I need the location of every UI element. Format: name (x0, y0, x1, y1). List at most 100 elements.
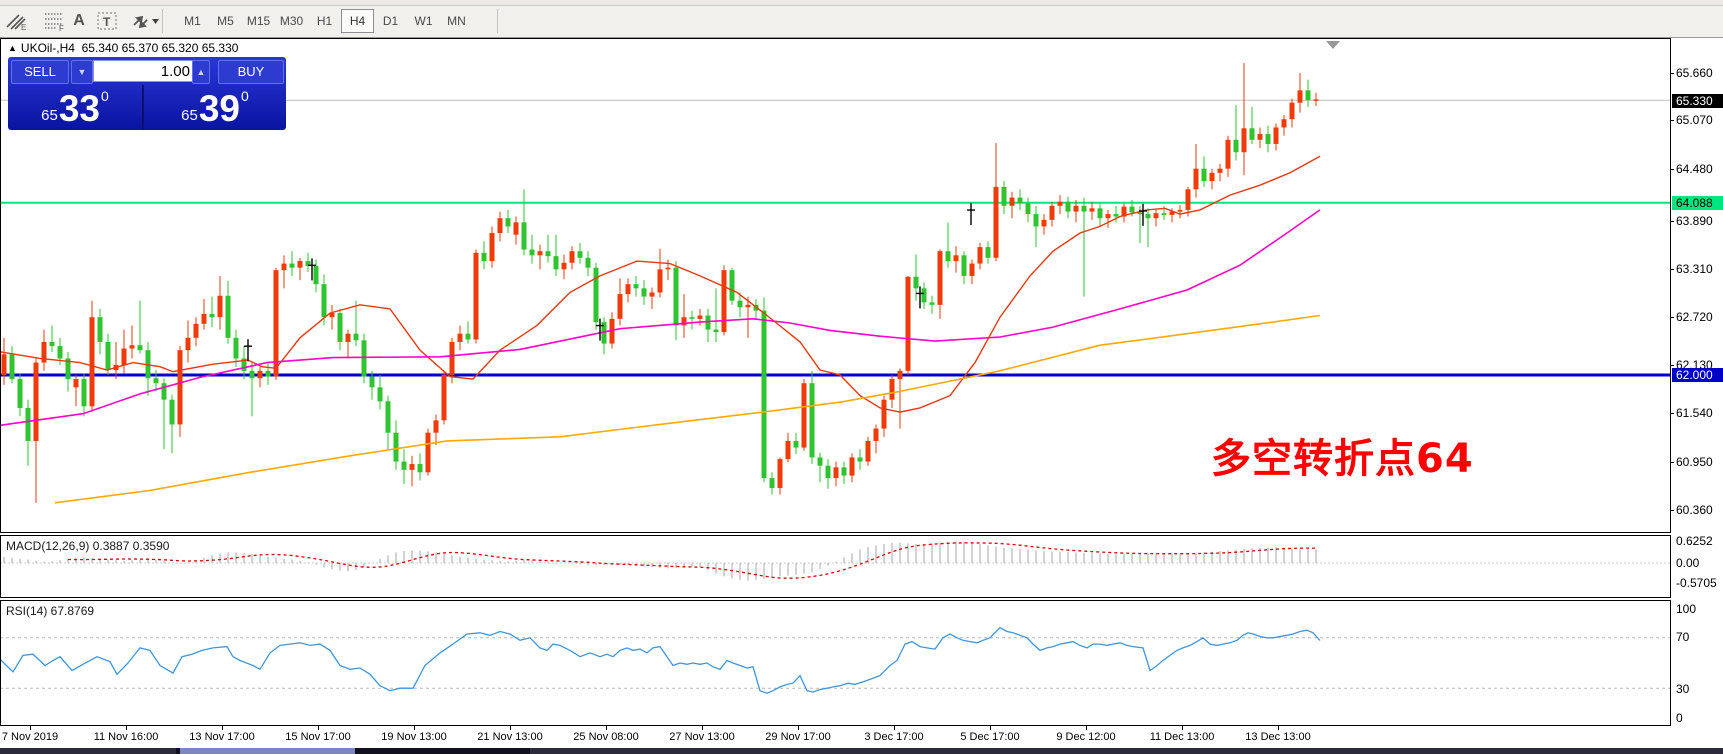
text-label-icon[interactable]: T (92, 8, 122, 34)
time-axis-label: 5 Dec 17:00 (960, 731, 1019, 743)
current-price-badge: 65.330 (1672, 94, 1723, 108)
sell-price-point: 0 (101, 88, 109, 104)
time-axis-tick (1182, 726, 1183, 730)
timeframe-h4-button[interactable]: H4 (341, 9, 374, 33)
price-axis-label: 63.890 (1676, 215, 1713, 228)
rsi-axis-label: 30 (1676, 683, 1689, 696)
price-axis-label: 63.310 (1676, 263, 1713, 276)
cross-marker (967, 203, 975, 225)
price-axis-tick (1670, 365, 1674, 366)
time-axis-tick (222, 726, 223, 730)
time-axis-label: 21 Nov 13:00 (477, 731, 542, 743)
price-axis-tick (1670, 221, 1674, 222)
timeframe-buttons: M1M5M15M30H1H4D1W1MN (176, 8, 473, 34)
price-axis-label: 62.720 (1676, 311, 1713, 324)
time-axis-tick (126, 726, 127, 730)
timeframe-w1-button[interactable]: W1 (407, 9, 440, 33)
time-axis-label: 19 Nov 13:00 (381, 731, 446, 743)
macd-axis-label: 0.6252 (1676, 535, 1713, 548)
time-axis-label: 7 Nov 2019 (2, 731, 58, 743)
time-axis-tick (30, 726, 31, 730)
volume-input[interactable] (93, 60, 195, 82)
time-axis-tick (414, 726, 415, 730)
timeframe-d1-button[interactable]: D1 (374, 9, 407, 33)
timeframe-m30-button[interactable]: M30 (275, 9, 308, 33)
time-axis-tick (702, 726, 703, 730)
svg-text:E: E (21, 23, 26, 31)
macd-axis-label: 0.00 (1676, 557, 1699, 570)
time-axis-label: 15 Nov 17:00 (285, 731, 350, 743)
medium-ma-line (0, 210, 1320, 425)
slow-ma-line (55, 316, 1320, 503)
price-axis-tick (1670, 120, 1674, 121)
timeframe-h1-button[interactable]: H1 (308, 9, 341, 33)
tab-strip-filler (530, 748, 1723, 754)
time-axis-tick (1278, 726, 1279, 730)
price-axis-label: 60.950 (1676, 456, 1713, 469)
price-axis-tick (1670, 317, 1674, 318)
toolbar-separator (497, 9, 498, 33)
volume-increase-button[interactable]: ▲ (192, 60, 210, 84)
time-axis-tick (894, 726, 895, 730)
ohlc-quotes: 65.340 65.370 65.320 65.330 (82, 41, 239, 55)
price-axis-tick (1670, 269, 1674, 270)
symbol-period-label: UKOil-,H4 (21, 41, 75, 55)
sell-button[interactable]: SELL (11, 60, 69, 84)
price-axis-tick (1670, 510, 1674, 511)
price-axis-tick (1670, 462, 1674, 463)
macd-label: MACD(12,26,9) 0.3887 0.3590 (6, 539, 169, 553)
chinese-annotation-text: 多空转折点64 (1211, 426, 1474, 484)
green-level-badge: 64.088 (1672, 196, 1723, 210)
symbol-marker-icon: ▲ (8, 43, 17, 53)
time-axis-label: 13 Nov 17:00 (189, 731, 254, 743)
main-toolbar: E F A T M1M5M15M30H1H4D1W1MN (0, 6, 1723, 38)
buy-price-point: 0 (241, 88, 249, 104)
price-axis-tick (1670, 73, 1674, 74)
rsi-axis-label: 100 (1676, 603, 1696, 616)
equidistant-channel-icon[interactable]: E (2, 8, 32, 34)
sell-price-pips: 33 (59, 89, 100, 129)
time-axis-tick (510, 726, 511, 730)
chart-title: ▲ UKOil-,H4 65.340 65.370 65.320 65.330 (8, 41, 238, 55)
time-axis-label: 9 Dec 12:00 (1056, 731, 1115, 743)
price-axis-label: 60.360 (1676, 504, 1713, 517)
text-tool-icon[interactable]: A (64, 8, 94, 34)
chart-shift-triangle-icon (1326, 41, 1340, 49)
svg-text:T: T (103, 15, 111, 29)
cross-marker (244, 339, 252, 361)
chart-tab-active[interactable] (180, 748, 355, 754)
price-axis-label: 61.540 (1676, 407, 1713, 420)
timeframe-m15-button[interactable]: M15 (242, 9, 275, 33)
volume-decrease-button[interactable]: ▼ (71, 60, 93, 84)
blue-level-badge: 62.000 (1672, 368, 1723, 382)
time-axis-tick (798, 726, 799, 730)
time-axis-label: 11 Nov 16:00 (94, 731, 159, 743)
buy-button[interactable]: BUY (218, 60, 284, 84)
timeframe-m5-button[interactable]: M5 (209, 9, 242, 33)
toolbar-separator (162, 9, 163, 33)
price-axis-tick (1670, 169, 1674, 170)
arrow-objects-icon[interactable] (130, 8, 160, 34)
time-axis-label: 11 Dec 13:00 (1150, 731, 1215, 743)
timeframe-m1-button[interactable]: M1 (176, 9, 209, 33)
time-axis-tick (1086, 726, 1087, 730)
macd-signal-line (68, 543, 1316, 578)
mt4-terminal-window: { "toolbar": { "icons": [ {"name": "equi… (0, 0, 1723, 754)
timeframe-mn-button[interactable]: MN (440, 9, 473, 33)
sell-price-display[interactable]: 65330 (8, 85, 144, 129)
time-axis-label: 3 Dec 17:00 (864, 731, 923, 743)
rsi-axis-label: 0 (1676, 712, 1683, 725)
rsi-label: RSI(14) 67.8769 (6, 604, 94, 618)
buy-price-display[interactable]: 65390 (144, 85, 286, 129)
buy-price-pips: 39 (199, 89, 240, 129)
time-axis-label: 25 Nov 08:00 (573, 731, 638, 743)
chart-tab[interactable] (0, 748, 176, 754)
price-axis-label: 65.070 (1676, 114, 1713, 127)
rsi-indicator-panel[interactable] (0, 600, 1671, 726)
time-axis-label: 13 Dec 13:00 (1245, 731, 1310, 743)
macd-indicator-panel[interactable] (0, 535, 1671, 598)
macd-axis-label: -0.5705 (1676, 577, 1717, 590)
time-axis-tick (990, 726, 991, 730)
sell-price-handle: 65 (41, 107, 58, 124)
time-axis-tick (318, 726, 319, 730)
